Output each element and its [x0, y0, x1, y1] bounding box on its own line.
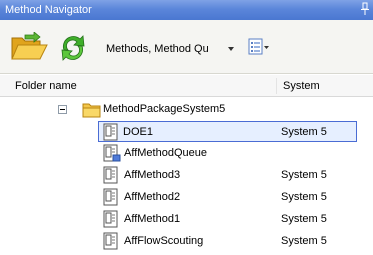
method-icon: [103, 123, 118, 141]
method-icon: [103, 232, 118, 250]
tree-item-label: AffMethodQueue: [124, 147, 207, 159]
tree-item-affmethod1[interactable]: AffMethod1 System 5: [0, 209, 373, 230]
method-icon: [103, 188, 118, 206]
tree-item-label: AffMethod1: [124, 213, 181, 225]
method-queue-icon: [103, 144, 121, 162]
tree-item-affmethod2[interactable]: AffMethod2 System 5: [0, 187, 373, 208]
method-icon: [103, 166, 118, 184]
tree-item-label: AffMethod3: [124, 169, 181, 181]
collapse-minus-icon[interactable]: [58, 105, 67, 114]
method-tree: MethodPackageSystem5 DOE1 System 5 AffMe…: [0, 97, 373, 255]
folder-icon: [82, 103, 101, 118]
column-header: Folder name System: [0, 75, 373, 97]
tree-item-system: System 5: [281, 235, 327, 247]
column-header-system[interactable]: System: [283, 75, 320, 97]
list-view-icon[interactable]: [248, 38, 270, 56]
tree-item-system: System 5: [281, 126, 327, 138]
title-bar[interactable]: Method Navigator: [0, 0, 373, 20]
tree-item-system: System 5: [281, 169, 327, 181]
tree-item-label: DOE1: [123, 126, 153, 138]
pin-icon[interactable]: [360, 2, 370, 16]
method-icon: [103, 210, 118, 228]
tree-item-affmethod3[interactable]: AffMethod3 System 5: [0, 165, 373, 186]
column-header-folder-name[interactable]: Folder name: [15, 75, 77, 97]
view-selector-dropdown[interactable]: Methods, Method Qu: [103, 40, 234, 58]
view-selector-value: Methods, Method Qu: [106, 43, 209, 55]
tree-item-system: System 5: [281, 213, 327, 225]
folder-label: MethodPackageSystem5: [103, 103, 226, 115]
window-title: Method Navigator: [5, 4, 92, 16]
tree-item-doe1[interactable]: DOE1 System 5: [98, 121, 357, 142]
folder-open-icon[interactable]: [10, 32, 48, 62]
column-divider[interactable]: [276, 78, 277, 94]
tree-item-system: System 5: [281, 191, 327, 203]
tree-item-affflowscouting[interactable]: AffFlowScouting System 5: [0, 231, 373, 252]
tree-item-label: AffMethod2: [124, 191, 181, 203]
refresh-icon[interactable]: [58, 33, 88, 63]
tree-item-label: AffFlowScouting: [124, 235, 204, 247]
tree-item-affmethodqueue[interactable]: AffMethodQueue: [0, 143, 373, 164]
chevron-down-icon[interactable]: [228, 47, 234, 51]
toolbar: Methods, Method Qu: [0, 20, 373, 74]
tree-folder-row[interactable]: MethodPackageSystem5: [0, 99, 373, 120]
